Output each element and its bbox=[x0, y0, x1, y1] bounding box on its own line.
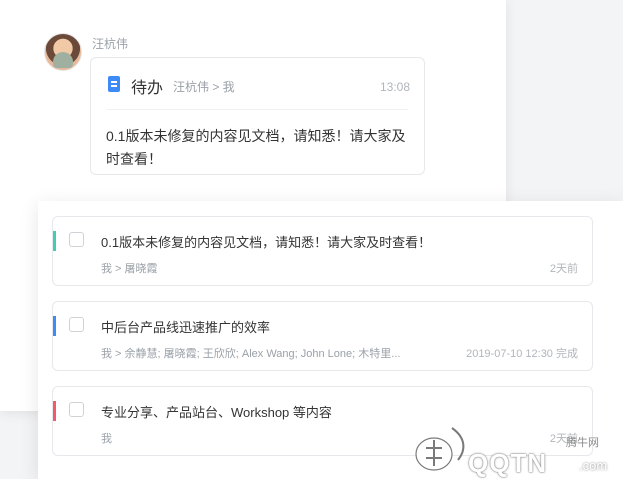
task-checkbox[interactable] bbox=[69, 402, 84, 417]
sender-name: 汪杭伟 bbox=[92, 37, 129, 51]
task-checkbox[interactable] bbox=[69, 232, 84, 247]
todo-message-card[interactable]: 待办 汪杭伟 > 我 13:08 0.1版本未修复的内容见文档，请知悉！请大家及… bbox=[90, 57, 425, 175]
task-assignees: 我 > 屠晓霞 bbox=[101, 263, 158, 275]
task-title: 0.1版本未修复的内容见文档，请知悉！请大家及时查看！ bbox=[101, 235, 432, 250]
task-checkbox[interactable] bbox=[69, 317, 84, 332]
task-title: 中后台产品线迅速推广的效率 bbox=[101, 320, 271, 335]
task-item[interactable]: 中后台产品线迅速推广的效率 我 > 余静慧; 屠晓霞; 王欣欣; Alex Wa… bbox=[52, 301, 593, 371]
task-assignees: 我 > 余静慧; 屠晓霞; 王欣欣; Alex Wang; John Lone;… bbox=[101, 348, 401, 360]
task-accent-bar bbox=[53, 316, 56, 336]
task-assignees: 我 bbox=[101, 433, 112, 445]
card-time: 13:08 bbox=[379, 80, 410, 94]
watermark-brand: QQTN bbox=[468, 448, 548, 478]
task-accent-bar bbox=[53, 231, 56, 251]
watermark-suffix: .com bbox=[579, 458, 608, 473]
task-date: 2天前 bbox=[549, 263, 578, 275]
task-item[interactable]: 0.1版本未修复的内容见文档，请知悉！请大家及时查看！ 我 > 屠晓霞 2天前 bbox=[52, 216, 593, 286]
task-accent-bar bbox=[53, 401, 56, 421]
todo-doc-icon bbox=[108, 76, 120, 92]
card-body-text: 0.1版本未修复的内容见文档，请知悉！请大家及时查看！ bbox=[106, 128, 406, 167]
divider bbox=[107, 109, 408, 110]
task-title: 专业分享、产品站台、Workshop 等内容 bbox=[101, 405, 332, 420]
task-date: 2019-07-10 12:30 完成 bbox=[466, 348, 578, 360]
card-title: 待办 bbox=[131, 80, 164, 97]
card-route: 汪杭伟 > 我 bbox=[173, 80, 235, 94]
avatar[interactable] bbox=[44, 33, 82, 71]
